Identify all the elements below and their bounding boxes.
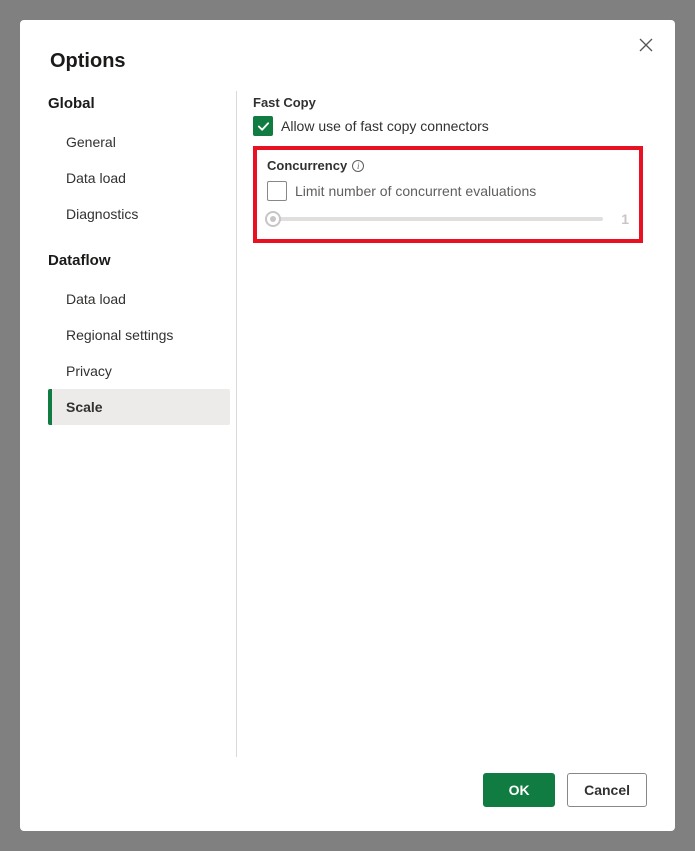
info-icon[interactable]: i bbox=[352, 160, 364, 172]
options-dialog: Options Global General Data load Diagnos… bbox=[20, 20, 675, 831]
close-button[interactable] bbox=[639, 38, 655, 54]
sidebar-item-privacy[interactable]: Privacy bbox=[48, 353, 230, 389]
content-pane: Fast Copy Allow use of fast copy connect… bbox=[236, 91, 675, 757]
fastcopy-checkbox[interactable] bbox=[253, 116, 273, 136]
slider-value: 1 bbox=[615, 211, 629, 227]
ok-button[interactable]: OK bbox=[483, 773, 555, 807]
fastcopy-header: Fast Copy bbox=[253, 95, 661, 110]
concurrency-checkbox[interactable] bbox=[267, 181, 287, 201]
concurrency-slider-row: 1 bbox=[267, 211, 629, 227]
dialog-body: Global General Data load Diagnostics Dat… bbox=[20, 91, 675, 757]
slider-thumb[interactable] bbox=[265, 211, 281, 227]
concurrency-option-row: Limit number of concurrent evaluations bbox=[267, 181, 629, 201]
concurrency-header: Concurrency bbox=[267, 158, 347, 173]
check-icon bbox=[257, 120, 270, 133]
sidebar-item-regional[interactable]: Regional settings bbox=[48, 317, 230, 353]
fastcopy-label: Allow use of fast copy connectors bbox=[281, 118, 489, 134]
sidebar-item-dataload-dataflow[interactable]: Data load bbox=[48, 281, 230, 317]
sidebar-item-diagnostics[interactable]: Diagnostics bbox=[48, 196, 230, 232]
cancel-button[interactable]: Cancel bbox=[567, 773, 647, 807]
close-icon bbox=[639, 38, 653, 52]
concurrency-highlight: Concurrency i Limit number of concurrent… bbox=[253, 146, 643, 243]
concurrency-header-row: Concurrency i bbox=[267, 158, 629, 173]
fastcopy-option-row: Allow use of fast copy connectors bbox=[253, 116, 661, 136]
sidebar-header-global: Global bbox=[48, 95, 230, 112]
sidebar-item-dataload-global[interactable]: Data load bbox=[48, 160, 230, 196]
sidebar-header-dataflow: Dataflow bbox=[48, 252, 230, 269]
concurrency-slider[interactable] bbox=[267, 217, 603, 221]
dialog-footer: OK Cancel bbox=[20, 757, 675, 831]
dialog-title: Options bbox=[20, 20, 675, 91]
sidebar: Global General Data load Diagnostics Dat… bbox=[48, 91, 236, 757]
sidebar-item-scale[interactable]: Scale bbox=[48, 389, 230, 425]
concurrency-label: Limit number of concurrent evaluations bbox=[295, 183, 536, 199]
sidebar-item-general[interactable]: General bbox=[48, 124, 230, 160]
